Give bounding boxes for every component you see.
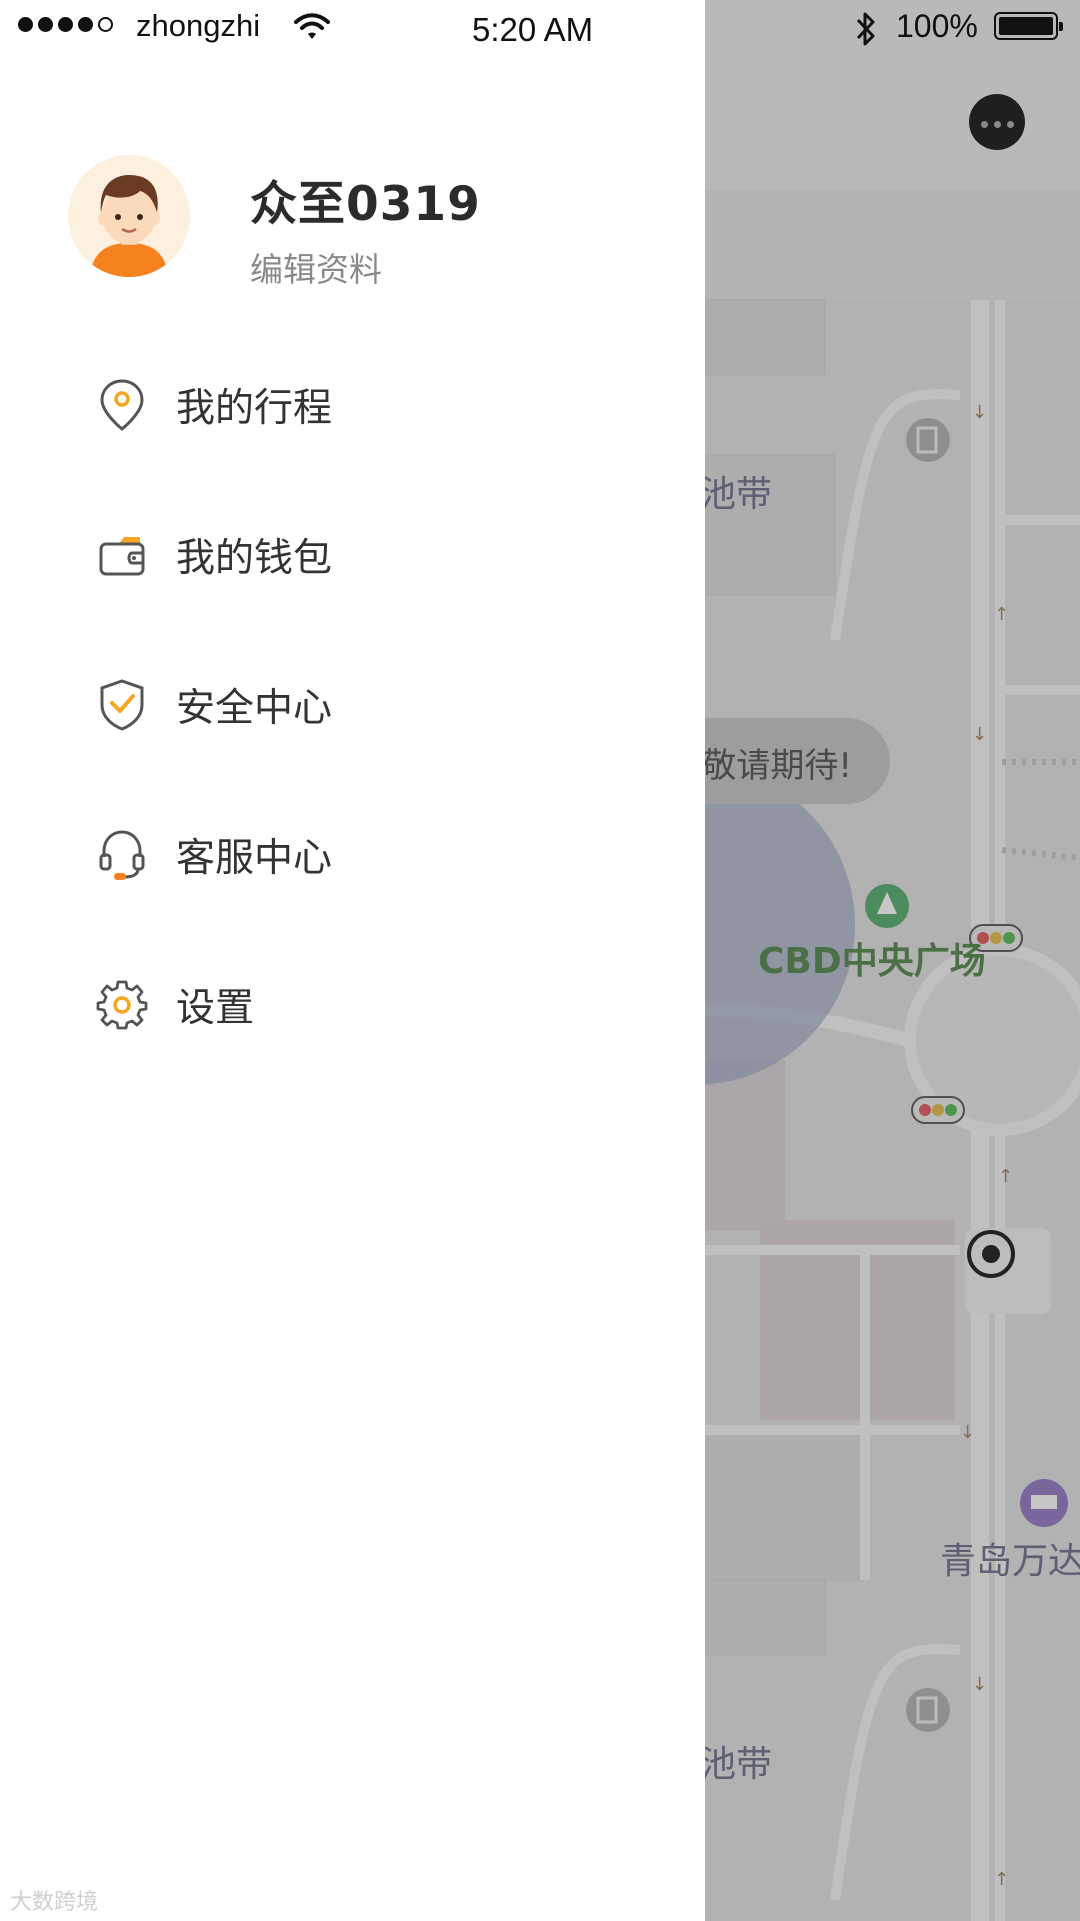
wallet-icon (92, 525, 152, 585)
menu-item-label: 我的行程 (176, 386, 333, 431)
battery-percentage: 100% (896, 8, 978, 44)
carrier-name: zhongzhi (136, 8, 261, 43)
target-icon (967, 1230, 1015, 1278)
wifi-icon (294, 13, 330, 39)
menu-item-label: 客服中心 (176, 836, 333, 881)
avatar-boy-icon (68, 155, 190, 277)
menu-item-settings[interactable]: 设置 (0, 950, 705, 1060)
menu-item-label: 安全中心 (176, 686, 333, 731)
status-bar: zhongzhi 5:20 AM 100% (0, 0, 1080, 56)
side-drawer: 众至0319 编辑资料 我的行程 我的钱包 安全中心 客服中心 设置 大数跨境 (0, 0, 705, 1921)
drawer-scrim[interactable] (705, 0, 1080, 1921)
shield-check-icon (92, 675, 152, 735)
menu-item-label: 我的钱包 (176, 536, 333, 581)
username: 众至0319 (250, 177, 481, 232)
headset-icon (92, 825, 152, 885)
message-button[interactable] (969, 94, 1025, 150)
menu-item-label: 设置 (176, 986, 255, 1031)
locate-me-button[interactable] (965, 1228, 1051, 1314)
edit-profile-link[interactable]: 编辑资料 (250, 243, 382, 291)
watermark: 大数跨境 (10, 1890, 99, 1915)
avatar[interactable] (68, 155, 190, 277)
cellular-signal-icon (18, 17, 113, 32)
battery-icon (994, 12, 1063, 40)
menu-item-my-trips[interactable]: 我的行程 (0, 350, 705, 460)
menu-item-safety-center[interactable]: 安全中心 (0, 650, 705, 760)
menu-item-customer-service[interactable]: 客服中心 (0, 800, 705, 910)
chat-bubble-icon (978, 113, 1017, 132)
profile-header[interactable]: 众至0319 编辑资料 (68, 155, 668, 289)
bluetooth-icon (856, 12, 875, 46)
location-pin-icon (92, 375, 152, 435)
gear-icon (92, 975, 152, 1035)
status-time: 5:20 AM (472, 11, 594, 48)
menu-item-my-wallet[interactable]: 我的钱包 (0, 500, 705, 610)
